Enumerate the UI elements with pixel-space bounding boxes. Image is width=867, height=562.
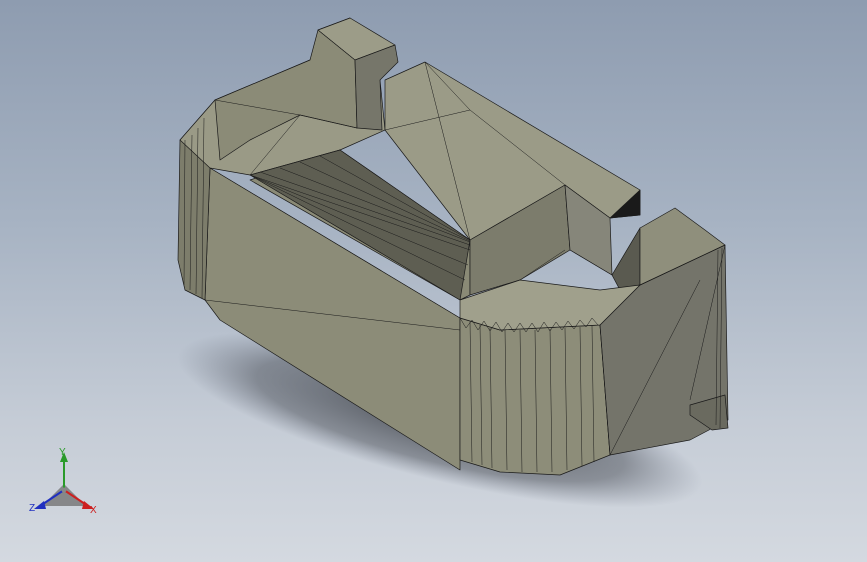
y-axis-label: Y <box>59 447 66 458</box>
z-axis-label: Z <box>29 503 36 514</box>
z-axis-arrow <box>34 501 46 509</box>
x-axis-label: X <box>90 505 97 516</box>
3d-viewport[interactable]: Y X Z <box>0 0 867 562</box>
right-slot <box>611 227 641 291</box>
triad-origin <box>61 487 67 493</box>
cad-model[interactable] <box>0 0 867 562</box>
